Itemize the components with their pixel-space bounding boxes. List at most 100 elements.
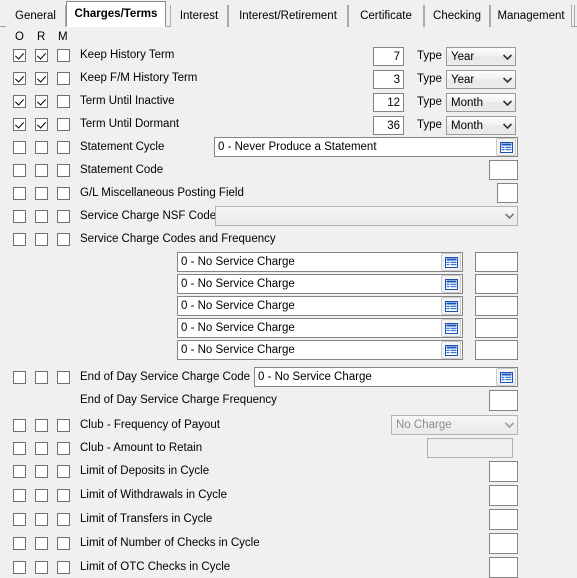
checkbox-r-service-charge-nsf-code[interactable] <box>35 210 48 223</box>
dropdown-value: Year <box>451 73 475 86</box>
input-limit-of-withdrawals-in-cycle[interactable] <box>489 485 518 506</box>
lookup-eod-service-charge-code[interactable]: 0 - No Service Charge <box>254 367 518 387</box>
checkbox-o-service-charge-nsf-code[interactable] <box>13 210 26 223</box>
checkbox-r-limit-of-transfers-in-cycle[interactable] <box>35 513 48 526</box>
lookup-statement-cycle[interactable]: 0 - Never Produce a Statement <box>214 137 518 157</box>
label-statement-cycle: Statement Cycle <box>80 141 165 153</box>
checkbox-r-service-charge-codes[interactable] <box>35 233 48 246</box>
checkbox-r-limit-of-otc-checks-in-cycle[interactable] <box>35 561 48 574</box>
checkbox-r-limit-of-number-of-checks-in-cycle[interactable] <box>35 537 48 550</box>
list-lookup-icon[interactable] <box>441 297 461 315</box>
tab-checking[interactable]: Checking <box>424 5 490 27</box>
input-keep-history-term-value[interactable]: 7 <box>373 47 404 66</box>
checkbox-m-club-frequency-of-payout[interactable] <box>57 419 70 432</box>
checkbox-o-service-charge-codes[interactable] <box>13 233 26 246</box>
list-lookup-icon[interactable] <box>441 319 461 337</box>
input-club-amount-to-retain[interactable] <box>427 438 513 458</box>
checkbox-o-statement-cycle[interactable] <box>13 141 26 154</box>
checkbox-m-gl-misc-posting-field[interactable] <box>57 187 70 200</box>
tab-charges-terms[interactable]: Charges/Terms <box>66 1 166 27</box>
input-gl-misc-posting-field[interactable] <box>497 183 518 203</box>
checkbox-r-statement-cycle[interactable] <box>35 141 48 154</box>
checkbox-o-limit-of-deposits-in-cycle[interactable] <box>13 465 26 478</box>
checkbox-o-eod-service-charge-code[interactable] <box>13 371 26 384</box>
checkbox-m-service-charge-codes[interactable] <box>57 233 70 246</box>
list-lookup-icon[interactable] <box>496 368 516 386</box>
checkbox-m-limit-of-number-of-checks-in-cycle[interactable] <box>57 537 70 550</box>
list-lookup-icon[interactable] <box>441 341 461 359</box>
checkbox-m-keep-history-term[interactable] <box>57 49 70 62</box>
input-term-until-dormant-value[interactable]: 36 <box>373 116 404 135</box>
lookup-value: 0 - No Service Charge <box>181 322 295 334</box>
input-eod-service-charge-frequency[interactable] <box>489 390 518 411</box>
checkbox-m-term-until-inactive[interactable] <box>57 95 70 108</box>
list-lookup-icon[interactable] <box>441 275 461 293</box>
checkbox-o-club-amount-to-retain[interactable] <box>13 442 26 455</box>
input-limit-of-transfers-in-cycle[interactable] <box>489 509 518 530</box>
checkbox-r-gl-misc-posting-field[interactable] <box>35 187 48 200</box>
checkbox-r-club-amount-to-retain[interactable] <box>35 442 48 455</box>
list-lookup-icon[interactable] <box>441 253 461 271</box>
input-service-charge-frequency-4[interactable] <box>475 318 518 338</box>
input-statement-code[interactable] <box>489 160 518 180</box>
checkbox-r-eod-service-charge-code[interactable] <box>35 371 48 384</box>
checkbox-m-service-charge-nsf-code[interactable] <box>57 210 70 223</box>
checkbox-o-gl-misc-posting-field[interactable] <box>13 187 26 200</box>
input-service-charge-frequency-1[interactable] <box>475 252 518 272</box>
checkbox-o-keep-fm-history-term[interactable] <box>13 72 26 85</box>
checkbox-m-keep-fm-history-term[interactable] <box>57 72 70 85</box>
input-term-until-inactive-value[interactable]: 12 <box>373 93 404 112</box>
checkbox-o-statement-code[interactable] <box>13 164 26 177</box>
input-limit-of-deposits-in-cycle[interactable] <box>489 461 518 482</box>
input-limit-of-number-of-checks-in-cycle[interactable] <box>489 533 518 554</box>
input-service-charge-frequency-5[interactable] <box>475 340 518 360</box>
lookup-service-charge-code-4[interactable]: 0 - No Service Charge <box>177 318 463 338</box>
lookup-service-charge-code-3[interactable]: 0 - No Service Charge <box>177 296 463 316</box>
checkbox-o-term-until-dormant[interactable] <box>13 118 26 131</box>
checkbox-m-statement-cycle[interactable] <box>57 141 70 154</box>
checkbox-m-term-until-dormant[interactable] <box>57 118 70 131</box>
checkbox-m-eod-service-charge-code[interactable] <box>57 371 70 384</box>
checkbox-r-club-frequency-of-payout[interactable] <box>35 419 48 432</box>
dropdown-term-until-inactive-type[interactable]: Month <box>446 93 516 112</box>
checkbox-m-club-amount-to-retain[interactable] <box>57 442 70 455</box>
checkbox-o-limit-of-transfers-in-cycle[interactable] <box>13 513 26 526</box>
list-lookup-icon[interactable] <box>496 138 516 156</box>
lookup-service-charge-code-5[interactable]: 0 - No Service Charge <box>177 340 463 360</box>
checkbox-r-keep-history-term[interactable] <box>35 49 48 62</box>
label-statement-code: Statement Code <box>80 164 164 176</box>
tab-interest[interactable]: Interest <box>170 5 228 27</box>
checkbox-r-keep-fm-history-term[interactable] <box>35 72 48 85</box>
checkbox-o-keep-history-term[interactable] <box>13 49 26 62</box>
dropdown-service-charge-nsf-code[interactable] <box>215 206 518 226</box>
checkbox-r-term-until-inactive[interactable] <box>35 95 48 108</box>
checkbox-o-limit-of-withdrawals-in-cycle[interactable] <box>13 489 26 502</box>
checkbox-o-limit-of-number-of-checks-in-cycle[interactable] <box>13 537 26 550</box>
checkbox-m-limit-of-withdrawals-in-cycle[interactable] <box>57 489 70 502</box>
checkbox-o-club-frequency-of-payout[interactable] <box>13 419 26 432</box>
checkbox-m-limit-of-transfers-in-cycle[interactable] <box>57 513 70 526</box>
checkbox-r-limit-of-deposits-in-cycle[interactable] <box>35 465 48 478</box>
input-keep-fm-history-term-value[interactable]: 3 <box>373 70 404 89</box>
dropdown-term-until-dormant-type[interactable]: Month <box>446 116 516 135</box>
lookup-service-charge-code-2[interactable]: 0 - No Service Charge <box>177 274 463 294</box>
checkbox-m-limit-of-deposits-in-cycle[interactable] <box>57 465 70 478</box>
dropdown-keep-history-term-type[interactable]: Year <box>446 47 516 66</box>
input-limit-of-otc-checks-in-cycle[interactable] <box>489 557 518 578</box>
tab-interest-retirement[interactable]: Interest/Retirement <box>228 5 348 27</box>
dropdown-keep-fm-history-term-type[interactable]: Year <box>446 70 516 89</box>
checkbox-r-term-until-dormant[interactable] <box>35 118 48 131</box>
input-service-charge-frequency-2[interactable] <box>475 274 518 294</box>
checkbox-r-limit-of-withdrawals-in-cycle[interactable] <box>35 489 48 502</box>
checkbox-r-statement-code[interactable] <box>35 164 48 177</box>
checkbox-m-limit-of-otc-checks-in-cycle[interactable] <box>57 561 70 574</box>
input-service-charge-frequency-3[interactable] <box>475 296 518 316</box>
checkbox-m-statement-code[interactable] <box>57 164 70 177</box>
tab-general[interactable]: General <box>6 5 66 27</box>
checkbox-o-limit-of-otc-checks-in-cycle[interactable] <box>13 561 26 574</box>
lookup-service-charge-code-1[interactable]: 0 - No Service Charge <box>177 252 463 272</box>
dropdown-club-frequency-of-payout[interactable]: No Charge <box>391 415 518 435</box>
tab-certificate[interactable]: Certificate <box>348 5 424 27</box>
tab-management[interactable]: Management <box>490 5 572 27</box>
checkbox-o-term-until-inactive[interactable] <box>13 95 26 108</box>
